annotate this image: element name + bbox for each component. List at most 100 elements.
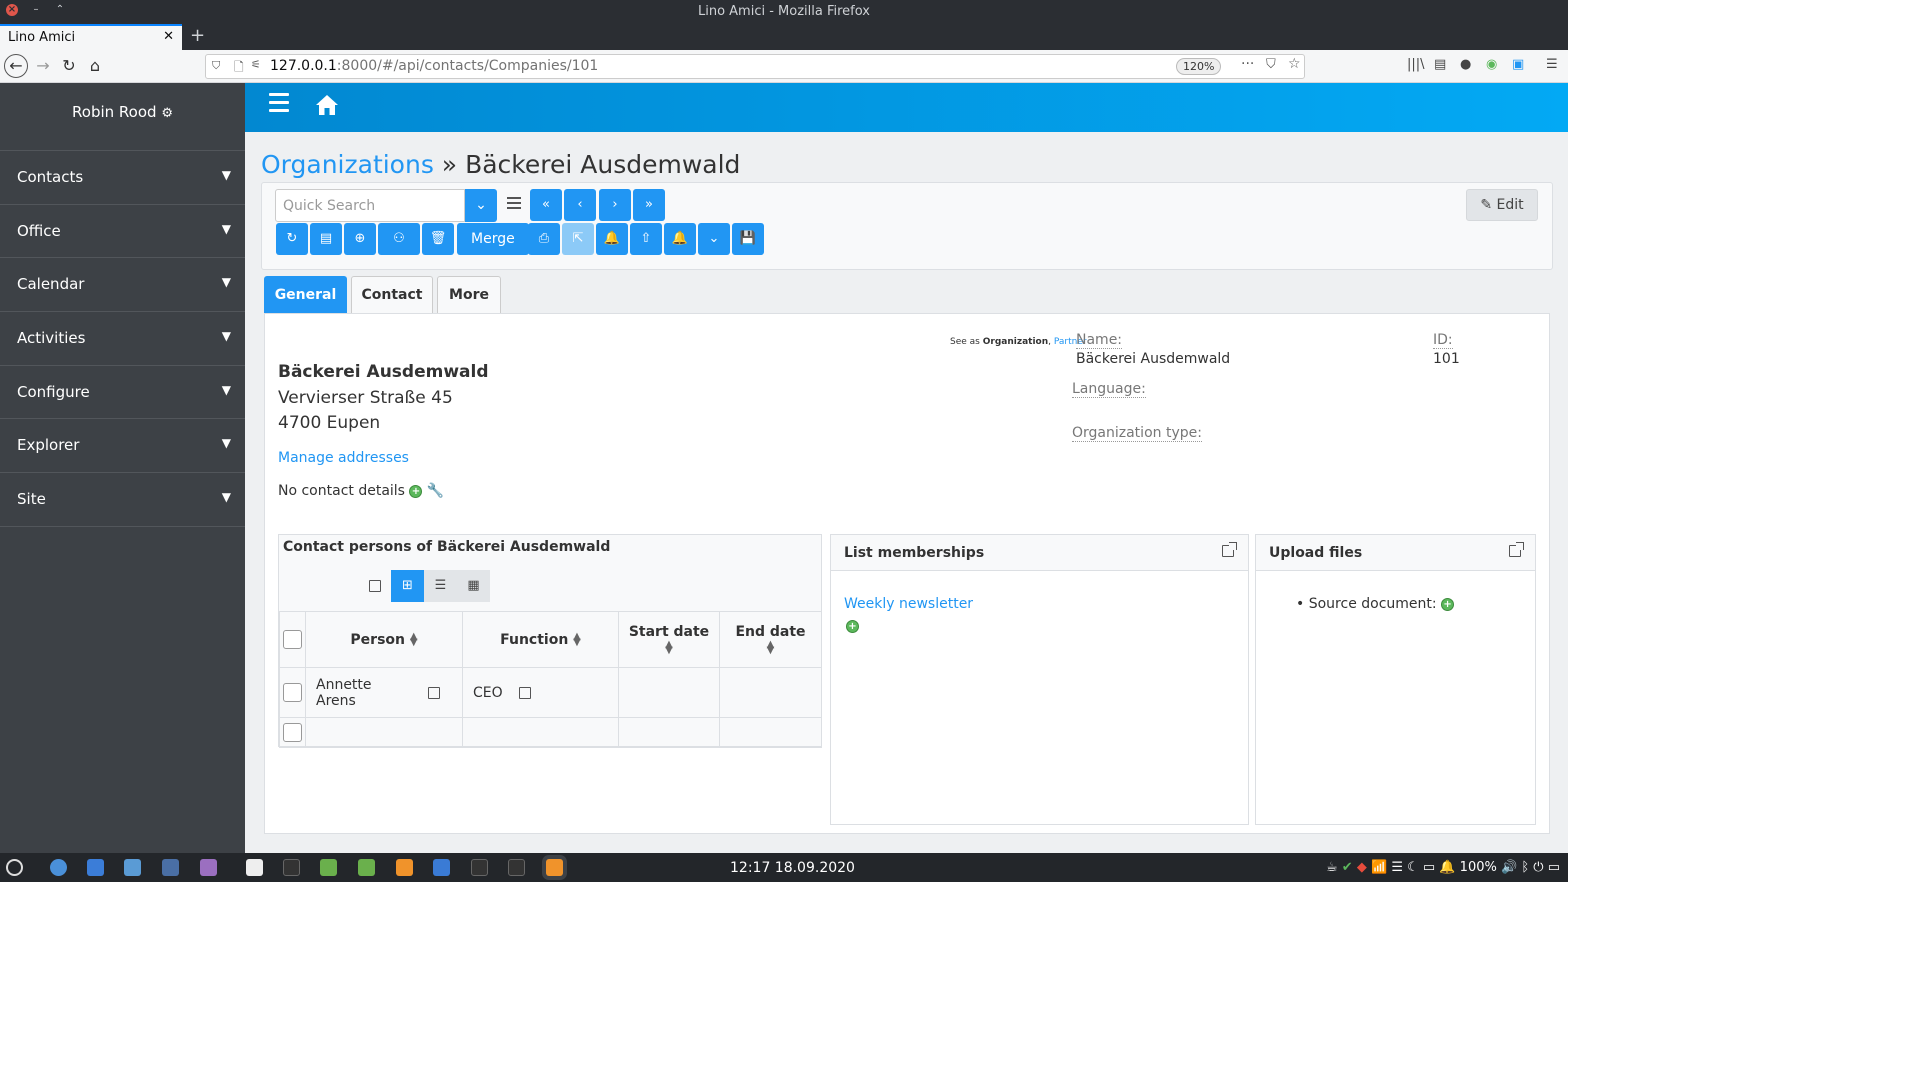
coffee-icon[interactable]: ☕	[1326, 860, 1338, 875]
merge-button[interactable]: Merge	[457, 223, 529, 255]
detail-view-button[interactable]: ▤	[310, 223, 342, 255]
notification-button[interactable]: 🔔	[596, 223, 628, 255]
document-app-icon[interactable]	[246, 859, 263, 876]
mail-app-icon[interactable]	[162, 859, 179, 876]
bell-button[interactable]: 🔔	[664, 223, 696, 255]
empty-cell[interactable]	[618, 717, 720, 748]
next-record-button[interactable]: ›	[599, 189, 631, 221]
power-icon[interactable]: ⏻	[1533, 860, 1543, 875]
start-date-cell[interactable]	[618, 667, 720, 718]
tab-general[interactable]: General	[264, 276, 347, 314]
extension-icon[interactable]: ◉	[1486, 57, 1497, 72]
grid-view-button[interactable]: ⊞	[391, 570, 424, 602]
sort-icon[interactable]: ▲ ▼	[767, 639, 775, 655]
close-tab-icon[interactable]: ✕	[163, 29, 174, 44]
start-menu-icon[interactable]	[6, 859, 23, 876]
battery-level[interactable]: 100%	[1460, 860, 1497, 875]
url-text[interactable]: 127.0.0.1:8000/#/api/contacts/Companies/…	[270, 58, 598, 74]
sidebar-item-contacts[interactable]: Contacts ▼	[0, 151, 245, 205]
open-list-memberships-icon[interactable]	[1222, 542, 1237, 557]
empty-cell[interactable]	[305, 717, 463, 748]
empty-cell[interactable]	[462, 717, 619, 748]
atom-app-icon[interactable]	[320, 859, 337, 876]
function-cell[interactable]: CEO	[462, 667, 619, 718]
weekly-newsletter-link[interactable]: Weekly newsletter	[844, 596, 973, 612]
menu-toggle-icon[interactable]	[269, 93, 289, 117]
firefox-app-icon[interactable]	[396, 859, 413, 876]
moon-icon[interactable]: ☾	[1407, 860, 1419, 875]
delete-button[interactable]: 🗑	[422, 223, 454, 255]
open-function-icon[interactable]	[519, 686, 532, 699]
account-icon[interactable]: ●	[1460, 57, 1471, 72]
open-person-icon[interactable]	[428, 687, 440, 699]
url-bar[interactable]: ⛉ 🗋 ⚟ 127.0.0.1:8000/#/api/contacts/Comp…	[205, 54, 1305, 79]
sidebar-item-site[interactable]: Site ▼	[0, 473, 245, 527]
taskbar-clock[interactable]: 12:17 18.09.2020	[730, 860, 855, 876]
wifi-icon[interactable]: 📶	[1371, 860, 1387, 875]
page-icon[interactable]: 🗋	[234, 58, 244, 79]
sidebar-item-activities[interactable]: Activities ▼	[0, 312, 245, 366]
user-menu[interactable]: Robin Rood ⚙	[0, 83, 245, 151]
open-upload-files-icon[interactable]	[1509, 542, 1524, 557]
row-checkbox[interactable]	[283, 723, 302, 742]
back-button[interactable]: ←	[4, 54, 28, 78]
sort-icon[interactable]: ▲ ▼	[573, 631, 581, 647]
more-actions-button[interactable]: ⌄	[698, 223, 730, 255]
sidebar-item-configure[interactable]: Configure ▼	[0, 366, 245, 420]
writer-app-icon[interactable]	[87, 859, 104, 876]
list-view-icon[interactable]	[507, 197, 521, 212]
add-upload-icon[interactable]: +	[1441, 597, 1455, 611]
sidebar-toggle-icon[interactable]: ▤	[1434, 57, 1446, 72]
first-record-button[interactable]: «	[530, 189, 562, 221]
zoom-extension-icon[interactable]: ▣	[1512, 57, 1524, 72]
firefox-active-app-icon[interactable]	[546, 859, 563, 876]
browser-app-icon[interactable]	[50, 859, 67, 876]
bookmark-star-icon[interactable]: ☆	[1288, 56, 1301, 72]
sidebar-item-explorer[interactable]: Explorer ▼	[0, 419, 245, 474]
folder-icon[interactable]: ▭	[1423, 860, 1435, 875]
gear-icon[interactable]: ⚙	[161, 106, 173, 121]
tab-contact[interactable]: Contact	[351, 276, 433, 314]
table-row[interactable]: Annette Arens CEO	[279, 667, 822, 718]
terminal-app-icon-2[interactable]	[471, 859, 488, 876]
person-cell[interactable]: Annette Arens	[305, 667, 463, 718]
calc-app-icon[interactable]	[124, 859, 141, 876]
duplicate-button[interactable]: ⚇	[378, 223, 420, 255]
hamburger-menu-icon[interactable]: ☰	[1546, 57, 1558, 72]
column-header-start-date[interactable]: Start date ▲ ▼	[618, 611, 720, 668]
column-header-function[interactable]: Function ▲ ▼	[462, 611, 619, 668]
column-header-end-date[interactable]: End date ▲ ▼	[719, 611, 822, 668]
home-icon[interactable]	[315, 94, 339, 120]
manage-addresses-link[interactable]: Manage addresses	[278, 450, 409, 466]
home-button[interactable]: ⌂	[84, 55, 106, 77]
search-dropdown-button[interactable]: ⌄	[465, 189, 497, 222]
alert-icon[interactable]: ◆	[1357, 860, 1367, 875]
forward-button[interactable]: →	[32, 55, 54, 77]
row-checkbox[interactable]	[283, 683, 302, 702]
open-contact-persons-icon[interactable]	[369, 578, 381, 594]
quick-search-input[interactable]: Quick Search	[275, 189, 465, 222]
save-button[interactable]: 💾	[732, 223, 764, 255]
bluetooth-icon[interactable]: ᛒ	[1521, 860, 1529, 875]
select-all-checkbox[interactable]	[283, 630, 302, 649]
add-membership-icon[interactable]: +	[846, 618, 859, 634]
terminal-app-icon[interactable]	[283, 859, 300, 876]
bell-icon[interactable]: 🔔	[1439, 860, 1455, 875]
sidebar-item-calendar[interactable]: Calendar ▼	[0, 258, 245, 313]
table-row-empty[interactable]	[279, 717, 822, 748]
add-contact-icon[interactable]: +	[409, 484, 423, 498]
files-app-icon[interactable]	[200, 859, 217, 876]
tracking-shield-icon[interactable]: ⛉	[212, 59, 220, 73]
end-date-cell[interactable]	[719, 667, 822, 718]
open-external-button[interactable]: ⇱	[562, 223, 594, 255]
upload-button[interactable]: ⇧	[630, 223, 662, 255]
refresh-button[interactable]: ↻	[276, 223, 308, 255]
edit-button[interactable]: ✎ Edit	[1466, 189, 1538, 221]
update-icon[interactable]: ✔	[1342, 860, 1353, 875]
pocket-icon[interactable]: ⛉	[1266, 57, 1276, 72]
sort-icon[interactable]: ▲ ▼	[665, 639, 673, 655]
tab-more[interactable]: More	[437, 276, 501, 314]
monitor-app-icon[interactable]	[433, 859, 450, 876]
page-actions-icon[interactable]: ···	[1241, 56, 1254, 72]
column-header-person[interactable]: Person ▲ ▼	[305, 611, 463, 668]
